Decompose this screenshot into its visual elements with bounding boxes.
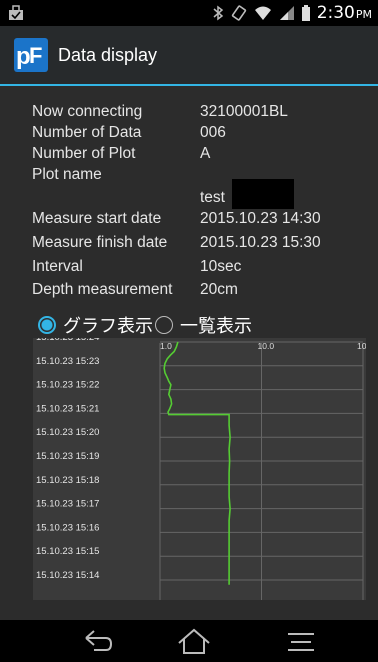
action-bar: p F Data display [0, 26, 378, 84]
info-label: Measure finish date [32, 234, 168, 251]
info-row-number-of-plot: Number of Plot A [32, 145, 210, 163]
status-bar: 2:30PM [0, 0, 378, 26]
info-row-interval: Interval 10sec [32, 258, 241, 276]
signal-icon [279, 5, 295, 21]
info-label: Depth measurement [32, 281, 173, 298]
info-value: 2015.10.23 14:30 [200, 210, 321, 227]
radio-list-view[interactable] [155, 316, 173, 334]
view-mode-group: グラフ表示 一覧表示 [38, 312, 254, 338]
battery-icon [301, 5, 310, 21]
navigation-bar [0, 620, 378, 662]
main-content: Now connecting 32100001BL Number of Data… [0, 86, 378, 620]
radio-list-view-label[interactable]: 一覧表示 [180, 312, 252, 338]
info-label: Number of Data [32, 124, 142, 141]
wifi-icon [254, 5, 272, 21]
y-tick-label: 15.10.23 15:23 [36, 356, 99, 367]
series-line [163, 341, 231, 585]
info-label: Plot name [32, 166, 102, 183]
info-label: Now connecting [32, 103, 143, 120]
app-title: Data display [58, 44, 158, 65]
info-value: 20cm [200, 281, 238, 298]
radio-graph-view[interactable] [38, 316, 56, 334]
notification-icon [8, 5, 24, 21]
info-value: 32100001BL [200, 103, 288, 120]
y-tick-label: 15.10.23 15:20 [36, 427, 99, 438]
y-tick-label: 15.10.23 15:22 [36, 380, 99, 391]
y-tick-label: 15.10.23 15:21 [36, 403, 99, 414]
back-icon [85, 630, 113, 651]
chart: 1.010.0100.015.10.23 15:2415.10.23 15:23… [33, 338, 366, 600]
redacted-box [232, 179, 294, 209]
info-row-measure-finish: Measure finish date 2015.10.23 15:30 [32, 234, 321, 252]
y-tick-label: 15.10.23 15:17 [36, 499, 99, 510]
home-icon [178, 628, 210, 654]
info-row-now-connecting: Now connecting 32100001BL [32, 103, 288, 121]
y-tick-label: 15.10.23 15:15 [36, 546, 99, 557]
info-value: A [200, 145, 211, 162]
y-tick-label: 15.10.23 15:18 [36, 475, 99, 486]
radio-graph-view-label[interactable]: グラフ表示 [63, 312, 153, 338]
info-row-plot-name: Plot name test [32, 166, 225, 206]
svg-text:F: F [29, 43, 42, 68]
info-row-measure-start: Measure start date 2015.10.23 14:30 [32, 210, 321, 228]
y-tick-label: 15.10.23 15:24 [36, 338, 99, 343]
clock: 2:30PM [316, 3, 372, 23]
info-label: Interval [32, 258, 83, 275]
app-logo-icon: p F [14, 38, 48, 72]
bluetooth-icon [212, 5, 224, 21]
info-value: 006 [200, 124, 226, 141]
info-row-number-of-data: Number of Data 006 [32, 124, 226, 142]
info-row-depth: Depth measurement 20cm [32, 281, 238, 299]
info-label: Number of Plot [32, 145, 136, 162]
chart-svg: 1.010.0100.015.10.23 15:2415.10.23 15:23… [36, 338, 366, 600]
y-tick-label: 15.10.23 15:19 [36, 451, 99, 462]
info-value: 10sec [200, 258, 242, 275]
y-tick-label: 15.10.23 15:14 [36, 570, 99, 581]
info-value: 2015.10.23 15:30 [200, 234, 321, 251]
home-button[interactable] [176, 626, 212, 660]
info-value: test [200, 189, 225, 206]
menu-icon [288, 633, 314, 651]
rotate-icon [231, 5, 247, 21]
recent-apps-button[interactable] [283, 626, 319, 660]
info-label: Measure start date [32, 210, 162, 227]
y-tick-label: 15.10.23 15:16 [36, 522, 99, 533]
back-button[interactable] [80, 626, 114, 660]
